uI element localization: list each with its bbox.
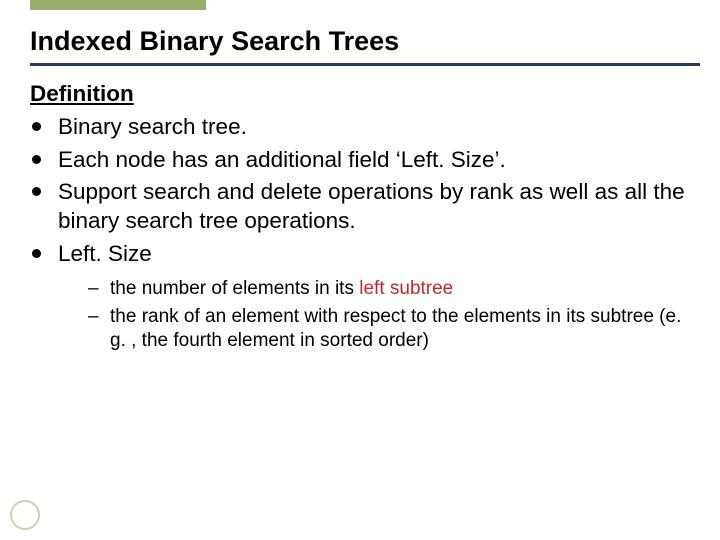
- bullet-icon: [32, 155, 41, 164]
- page-marker-icon: [10, 500, 40, 530]
- sub-bullet-text: the rank of an element with respect to t…: [110, 306, 681, 351]
- slide: Indexed Binary Search Trees Definition B…: [0, 0, 720, 540]
- slide-header: Indexed Binary Search Trees: [0, 0, 720, 66]
- list-item: Each node has an additional field ‘Left.…: [30, 146, 690, 175]
- slide-title: Indexed Binary Search Trees: [30, 18, 700, 66]
- bullet-list: Binary search tree. Each node has an add…: [30, 113, 690, 354]
- bullet-text: Support search and delete operations by …: [58, 179, 685, 233]
- section-heading: Definition: [30, 80, 690, 109]
- sub-bullet-list: – the number of elements in its left sub…: [58, 277, 690, 354]
- accent-box: [30, 0, 206, 10]
- bullet-text: Each node has an additional field ‘Left.…: [58, 147, 506, 172]
- sub-bullet-prefix: the number of elements in its: [110, 278, 359, 299]
- bullet-icon: [32, 187, 41, 196]
- sub-bullet-text: the number of elements in its left subtr…: [110, 278, 453, 299]
- bullet-text: Binary search tree.: [58, 114, 247, 139]
- bullet-icon: [32, 249, 41, 258]
- list-item: Binary search tree.: [30, 113, 690, 142]
- list-item: – the number of elements in its left sub…: [88, 277, 690, 301]
- list-item: Support search and delete operations by …: [30, 178, 690, 236]
- slide-content: Definition Binary search tree. Each node…: [0, 66, 720, 354]
- list-item: – the rank of an element with respect to…: [88, 305, 690, 354]
- dash-icon: –: [88, 305, 99, 329]
- highlight-text: left subtree: [359, 278, 453, 299]
- bullet-text: Left. Size: [58, 241, 152, 266]
- bullet-icon: [32, 122, 41, 131]
- dash-icon: –: [88, 277, 99, 301]
- list-item: Left. Size – the number of elements in i…: [30, 240, 690, 354]
